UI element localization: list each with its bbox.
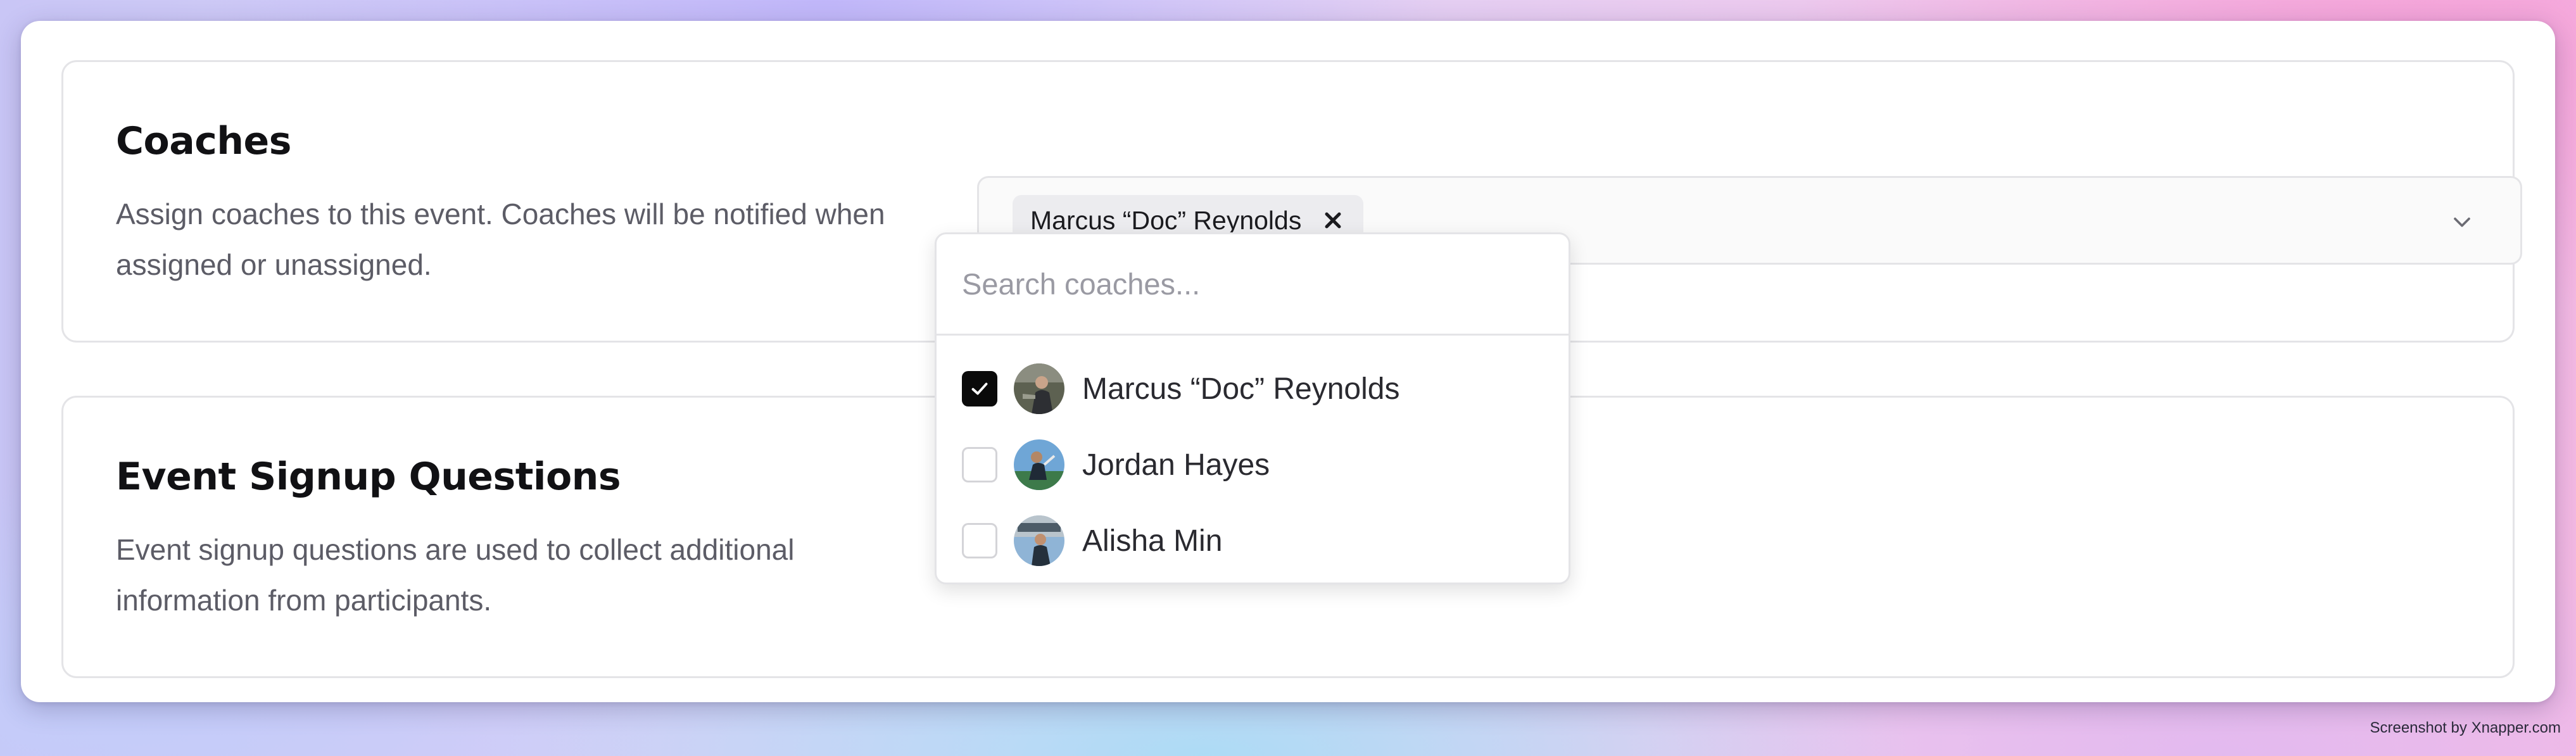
coach-option-label: Marcus “Doc” Reynolds — [1082, 372, 1400, 406]
coach-option-alisha[interactable]: Alisha Min — [937, 503, 1569, 579]
coach-option-marcus[interactable]: Marcus “Doc” Reynolds — [937, 351, 1569, 427]
chip-label: Marcus “Doc” Reynolds — [1030, 205, 1302, 235]
app-window: Coaches Assign coaches to this event. Co… — [21, 21, 2555, 702]
close-icon[interactable] — [1320, 208, 1346, 233]
signup-questions-title: Event Signup Questions — [116, 455, 621, 499]
watermark: Screenshot by Xnapper.com — [2370, 719, 2561, 736]
coach-option-label: Jordan Hayes — [1082, 448, 1270, 482]
coaches-title: Coaches — [116, 119, 291, 163]
coaches-description: Assign coaches to this event. Coaches wi… — [116, 198, 885, 281]
coach-checkbox[interactable] — [962, 447, 997, 482]
check-icon — [971, 382, 988, 395]
coach-checkbox[interactable] — [962, 523, 997, 558]
avatar — [1014, 363, 1064, 414]
coach-option-label: Alisha Min — [1082, 524, 1223, 558]
coach-checkbox[interactable] — [962, 371, 997, 406]
avatar — [1014, 439, 1064, 490]
chevron-down-icon[interactable] — [2448, 208, 2476, 236]
coaches-dropdown: Marcus “Doc” Reynolds Jordan Hayes — [935, 232, 1570, 584]
search-coaches-input[interactable] — [937, 234, 1569, 336]
signup-questions-description: Event signup questions are used to colle… — [116, 533, 795, 617]
avatar — [1014, 515, 1064, 566]
coach-option-jordan[interactable]: Jordan Hayes — [937, 427, 1569, 503]
